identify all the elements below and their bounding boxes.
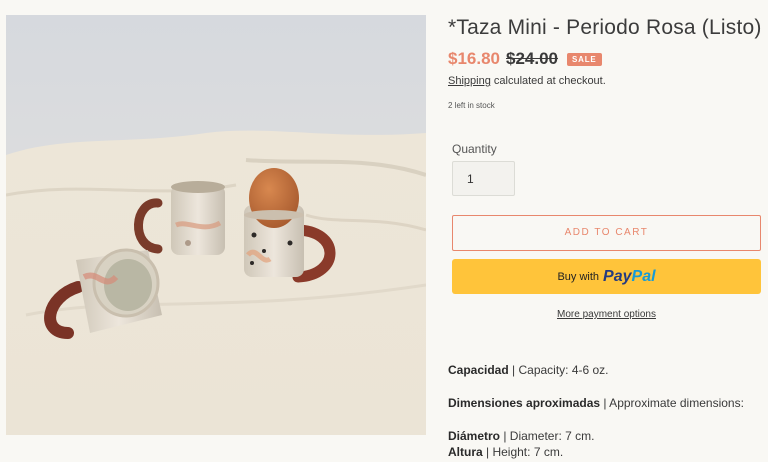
product-info: *Taza Mini - Periodo Rosa (Listo) $16.80…	[448, 0, 764, 462]
quantity-label: Quantity	[452, 142, 497, 156]
paypal-logo: PayPal	[603, 267, 656, 285]
paypal-prefix: Buy with	[557, 270, 600, 283]
paypal-button[interactable]: Buy with PayPal	[452, 259, 761, 294]
product-photo-svg	[6, 15, 426, 435]
compare-price: $24.00	[506, 49, 558, 68]
more-payment-options-link[interactable]: More payment options	[448, 309, 765, 320]
sale-badge: SALE	[567, 52, 602, 66]
price-row: $16.80 $24.00 SALE	[448, 48, 602, 70]
spec-diameter: Diámetro | Diameter: 7 cm.	[448, 429, 595, 443]
shipping-text: calculated at checkout.	[490, 75, 606, 87]
spec-height: Altura | Height: 7 cm.	[448, 445, 564, 459]
sale-price: $16.80	[448, 49, 500, 68]
spec-capacity: Capacidad | Capacity: 4-6 oz.	[448, 363, 609, 377]
quantity-input[interactable]: 1	[452, 161, 515, 196]
spec-dimensions: Dimensiones aproximadas | Approximate di…	[448, 396, 744, 410]
shipping-note: Shipping calculated at checkout.	[448, 75, 606, 87]
product-title: *Taza Mini - Periodo Rosa (Listo)	[448, 16, 762, 39]
shipping-link[interactable]: Shipping	[448, 75, 491, 87]
product-image[interactable]	[6, 15, 426, 435]
stock-status: 2 left in stock	[448, 101, 495, 110]
add-to-cart-button[interactable]: ADD TO CART	[452, 215, 761, 251]
